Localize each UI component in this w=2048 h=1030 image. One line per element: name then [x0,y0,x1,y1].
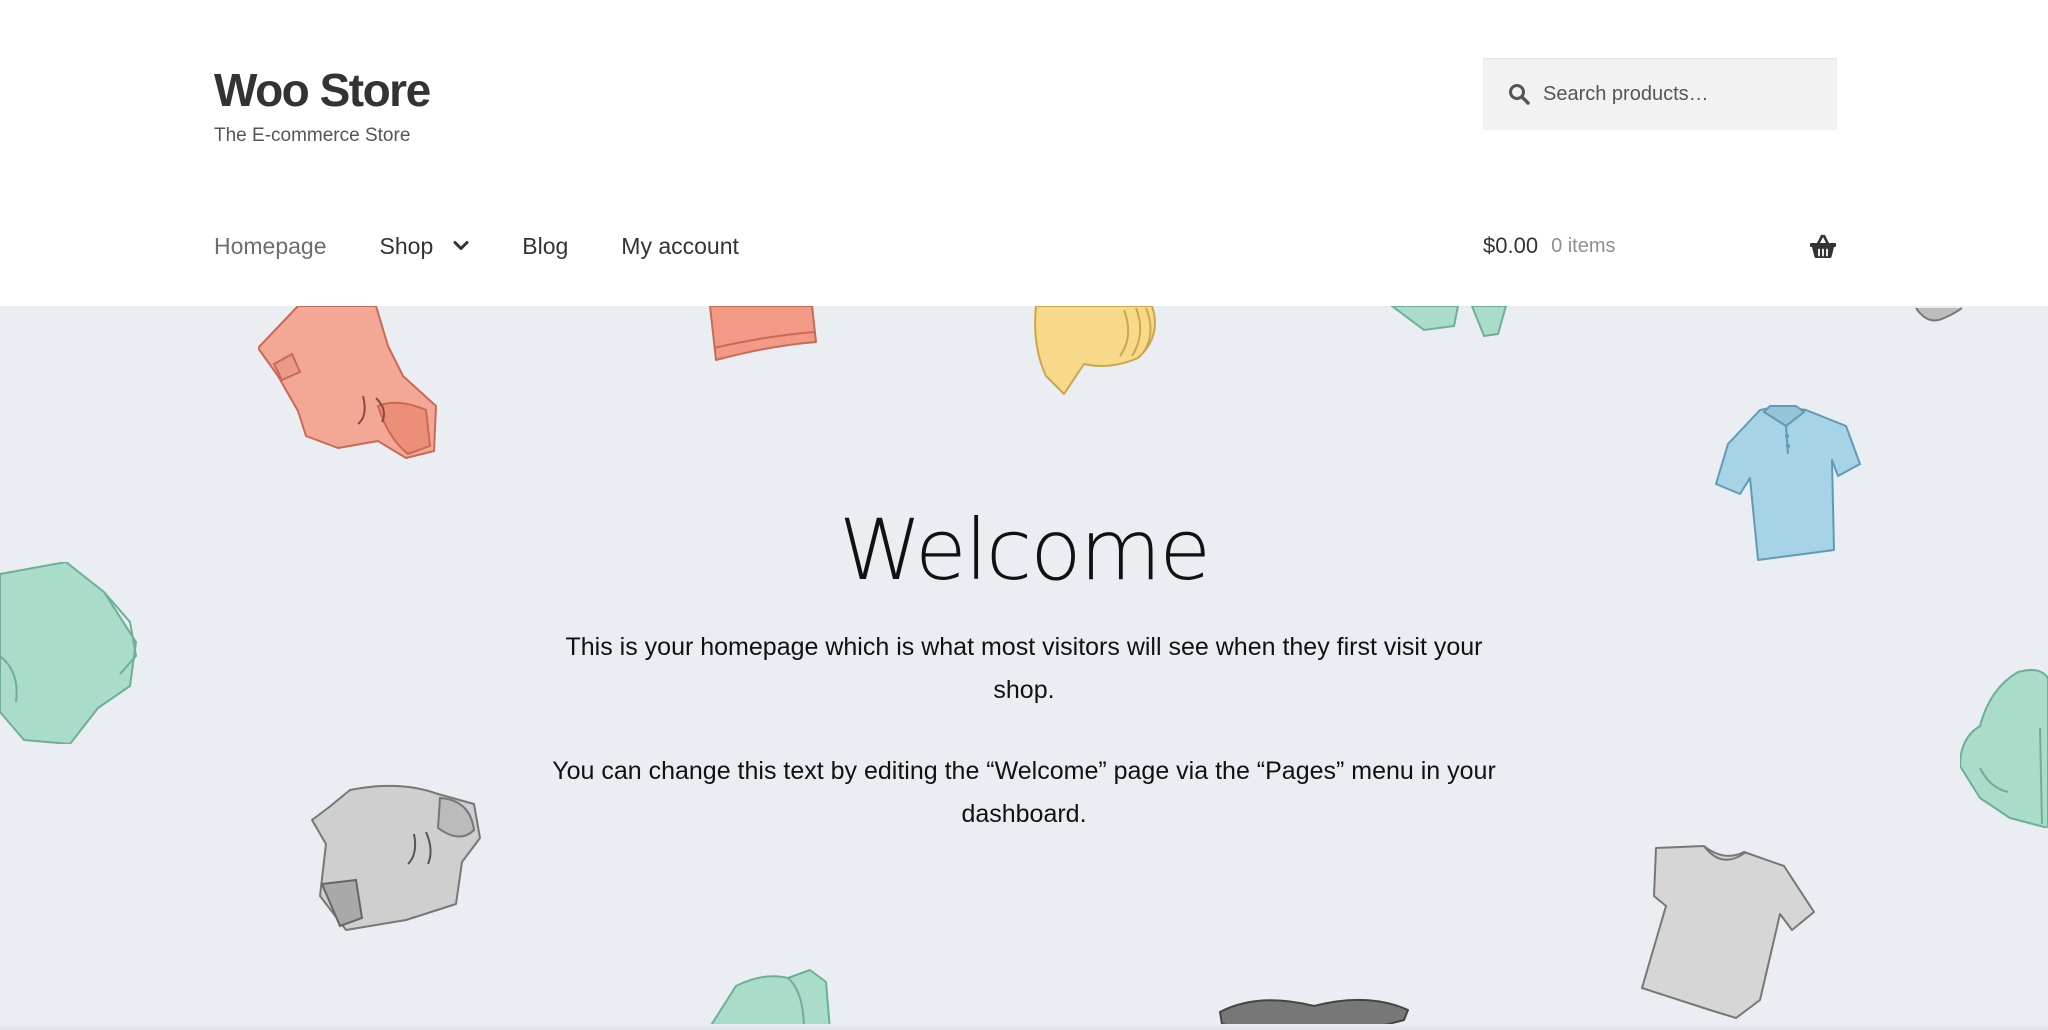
cap-illustration [1034,306,1156,395]
t-shirt-illustration [1641,845,1815,1019]
hero-content: Welcome This is your homepage which is w… [524,500,1524,836]
basket-icon[interactable] [1809,233,1837,259]
hero-title: Welcome [838,501,1211,599]
sunglasses-illustration [1915,307,1963,322]
search-icon [1509,84,1530,105]
hoodie-illustration [258,306,437,459]
nav-item-shop-label: Shop [379,233,434,259]
bag-illustration [707,969,831,1030]
green-hoodie-illustration [1960,669,2048,828]
hero-paragraph-intro: This is your homepage which is what most… [565,633,1483,704]
polo-shirt-illustration [1715,405,1861,561]
nav-item-blog[interactable]: Blog [522,226,568,266]
grey-hoodie-illustration [311,784,481,931]
search-input[interactable] [1543,74,1823,114]
nav-item-shop[interactable]: Shop [380,226,470,266]
site-branding: Woo Store The E-commerce Store [214,58,431,148]
product-search[interactable] [1483,58,1837,130]
primary-navigation: Homepage Shop Blog My account [214,226,739,266]
site-title-link[interactable]: Woo Store [214,58,431,122]
hero-banner: Welcome This is your homepage which is w… [0,306,2048,1030]
site-tagline: The E-commerce Store [214,125,411,146]
nav-item-homepage[interactable]: Homepage [214,226,327,266]
site-header: Woo Store The E-commerce Store Homepage … [0,0,2048,306]
cart-amount: $0.00 [1483,233,1539,258]
shorts-illustration [709,306,817,361]
hero-paragraph-instructions: You can change this text by editing the … [552,757,1496,828]
cart-item-count: 0 items [1551,234,1616,257]
sweater-illustration [1390,306,1508,338]
nav-item-my-account[interactable]: My account [621,226,739,266]
page: Woo Store The E-commerce Store Homepage … [0,0,2048,1030]
long-sleeve-shirt-illustration [0,562,138,744]
header-cart-link[interactable]: $0.00 0 items [1483,226,1837,266]
hero-bottom-edge [0,1024,2048,1030]
chevron-down-icon[interactable] [453,238,469,254]
